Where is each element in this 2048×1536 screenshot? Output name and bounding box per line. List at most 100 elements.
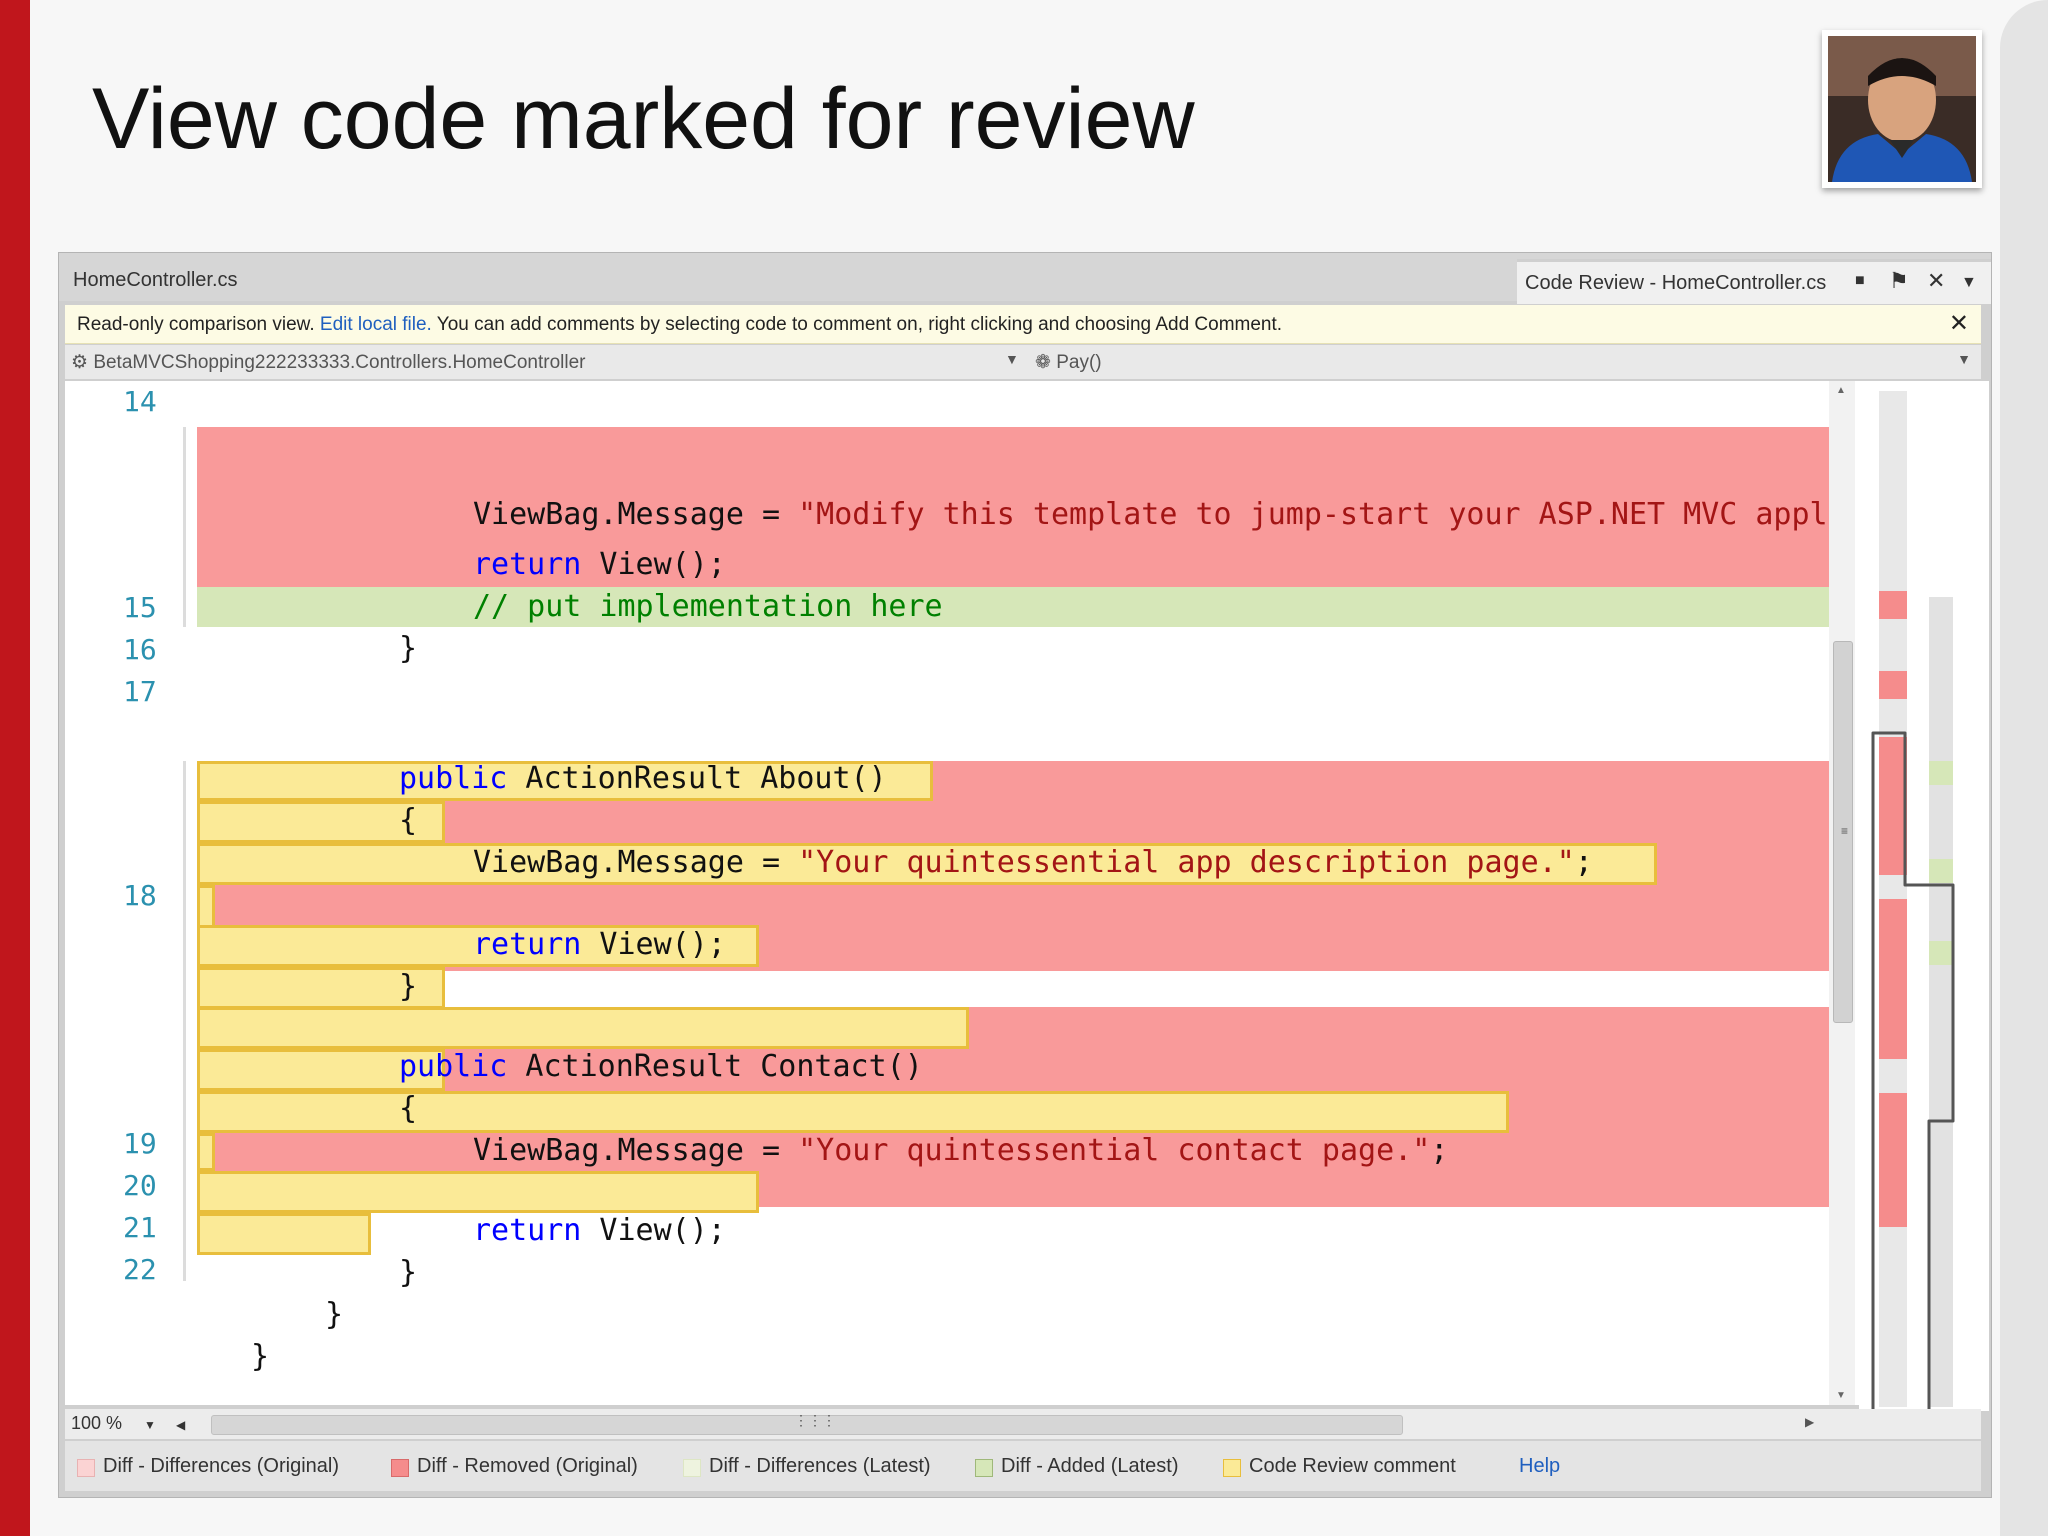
legend-swatch [1223, 1459, 1241, 1477]
review-highlight[interactable] [197, 1133, 215, 1171]
code-token: ActionResult About() [507, 761, 887, 796]
class-dropdown[interactable]: ⚙ BetaMVCShopping222233333.Controllers.H… [71, 351, 586, 374]
code-review-window: HomeController.cs Code Review - HomeCont… [58, 252, 1992, 1498]
scroll-thumb[interactable]: ≡ [1833, 641, 1853, 1023]
margin-line [183, 427, 186, 627]
code-brace: } [399, 1255, 418, 1290]
legend-swatch [391, 1459, 409, 1477]
code-string: "Your quintessential contact page." [798, 1133, 1431, 1168]
editor-status-bar: 100 % ▼ ◀ ⋮⋮⋮ ▶ [65, 1409, 1981, 1439]
code-keyword: public [399, 1049, 508, 1084]
chevron-down-icon[interactable]: ▼ [1005, 351, 1019, 367]
tab-homecontroller[interactable]: HomeController.cs [73, 269, 238, 292]
line-number: 19 [123, 1127, 157, 1160]
code-line: return View(); [473, 1213, 726, 1248]
line-number: 21 [123, 1211, 157, 1244]
class-path: BetaMVCShopping222233333.Controllers.Hom… [93, 352, 586, 373]
code-brace: } [251, 1339, 270, 1374]
accent-bar [0, 0, 30, 1536]
added-line [197, 587, 1837, 627]
chevron-down-icon[interactable]: ▼ [144, 1418, 156, 1432]
code-line: ViewBag.Message = "Your quintessential c… [473, 1133, 1448, 1168]
legend-swatch [77, 1459, 95, 1477]
person-avatar-icon [1828, 36, 1976, 182]
code-token: ; [1430, 1133, 1449, 1168]
overview-viewport-outline [1871, 731, 1955, 1411]
code-string: "Your quintessential app description pag… [798, 845, 1575, 880]
review-highlight[interactable] [197, 1091, 1509, 1133]
legend-item: Diff - Differences (Original) [103, 1455, 339, 1477]
zoom-level[interactable]: 100 % ▼ ◀ [71, 1413, 185, 1434]
help-link[interactable]: Help [1519, 1455, 1560, 1478]
code-line: ViewBag.Message = "Modify this template … [473, 497, 1846, 532]
code-line: ViewBag.Message = "Your quintessential a… [473, 845, 1593, 880]
code-token: ; [1574, 845, 1593, 880]
code-keyword: public [399, 761, 508, 796]
code-keyword: return [473, 1213, 582, 1248]
presenter-photo [1822, 30, 1982, 188]
scroll-down-icon[interactable]: ▼ [1836, 1390, 1846, 1401]
diff-overview-margin[interactable] [1859, 381, 1989, 1411]
scroll-left-icon[interactable]: ◀ [176, 1418, 185, 1432]
code-token: View(); [581, 1213, 726, 1248]
code-string: "Modify this template to jump-start your… [798, 497, 1846, 532]
line-number: 18 [123, 879, 157, 912]
review-highlight[interactable] [197, 1171, 759, 1213]
line-number: 20 [123, 1169, 157, 1202]
chevron-down-icon[interactable]: ▼ [1961, 274, 1977, 292]
grip-icon: ≡ [1841, 824, 1849, 838]
legend-item: Diff - Differences (Latest) [709, 1455, 931, 1477]
code-token: ActionResult Contact() [507, 1049, 923, 1084]
code-brace: { [399, 803, 418, 838]
review-highlight[interactable] [197, 1007, 969, 1049]
vertical-scrollbar[interactable]: ▲ ≡ ▼ [1829, 381, 1855, 1405]
info-text-before: Read-only comparison view. [77, 314, 320, 335]
document-tab-bar: HomeController.cs Code Review - HomeCont… [59, 253, 1991, 304]
slide-title: View code marked for review [92, 71, 1195, 167]
lock-icon: ■ [1855, 272, 1865, 289]
member-dropdown[interactable]: ❁ Pay() [1035, 351, 1102, 374]
info-text-after: You can add comments by selecting code t… [431, 314, 1283, 335]
tab-code-review-label: Code Review - HomeController.cs [1525, 272, 1827, 294]
scroll-up-icon[interactable]: ▲ [1836, 385, 1846, 396]
legend-item: Code Review comment [1249, 1455, 1456, 1477]
margin-line [183, 761, 186, 1281]
code-line: return View(); [473, 927, 726, 962]
code-token: ViewBag.Message = [473, 845, 799, 880]
method-name: Pay() [1056, 352, 1102, 373]
code-line: return View(); [473, 547, 726, 582]
code-comment: // put implementation here [473, 589, 943, 624]
legend-item: Diff - Added (Latest) [1001, 1455, 1179, 1477]
code-token: ViewBag.Message = [473, 497, 799, 532]
code-brace: { [399, 1091, 418, 1126]
horizontal-scrollbar[interactable]: ⋮⋮⋮ [211, 1412, 1403, 1435]
edit-local-file-link[interactable]: Edit local file. [320, 314, 432, 335]
code-brace: } [325, 1297, 344, 1332]
grip-icon: ⋮⋮⋮ [794, 1412, 836, 1428]
line-number: 15 [123, 591, 157, 624]
close-icon[interactable]: ✕ [1949, 309, 1969, 338]
chevron-down-icon[interactable]: ▼ [1957, 351, 1971, 367]
code-brace: } [399, 631, 418, 666]
line-number: 22 [123, 1253, 157, 1286]
class-icon: ⚙ [71, 352, 94, 373]
code-editor[interactable]: 14 15 16 17 18 19 20 21 22 ViewBag.Messa… [65, 381, 1885, 1405]
code-token: View(); [581, 547, 726, 582]
code-line: public ActionResult Contact() [399, 1049, 923, 1084]
tab-code-review[interactable]: Code Review - HomeController.cs ■ ⚑ ✕ ▼ [1517, 259, 1991, 304]
info-bar-message: Read-only comparison view. Edit local fi… [77, 314, 1282, 336]
info-bar: Read-only comparison view. Edit local fi… [65, 305, 1981, 344]
scroll-right-icon[interactable]: ▶ [1805, 1415, 1814, 1429]
review-highlight[interactable] [197, 1213, 371, 1255]
legend-swatch [683, 1459, 701, 1477]
navigation-bar: ⚙ BetaMVCShopping222233333.Controllers.H… [65, 345, 1981, 379]
code-brace: } [399, 969, 418, 1004]
slide: View code marked for review HomeControll… [0, 0, 2048, 1536]
code-keyword: return [473, 927, 582, 962]
pin-icon[interactable]: ⚑ [1889, 268, 1909, 294]
close-icon[interactable]: ✕ [1927, 268, 1945, 294]
legend-item: Diff - Removed (Original) [417, 1455, 638, 1477]
zoom-value: 100 % [71, 1413, 123, 1433]
line-number: 14 [123, 385, 157, 418]
code-keyword: return [473, 547, 582, 582]
